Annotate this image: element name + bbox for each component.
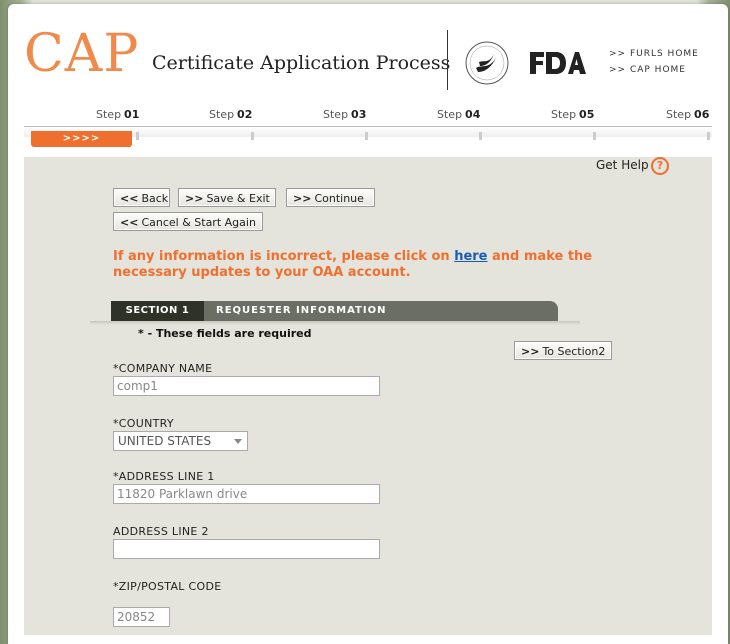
cap-logo: CAP <box>24 24 140 84</box>
step-tick <box>136 132 139 140</box>
address-line1-input[interactable]: 11820 Parklawn drive <box>113 484 380 504</box>
required-fields-note: * - These fields are required <box>138 327 312 340</box>
cancel-start-again-button[interactable]: << Cancel & Start Again <box>113 212 263 231</box>
address-line2-label: ADDRESS LINE 2 <box>113 525 209 538</box>
address-line2-input[interactable] <box>113 539 380 559</box>
help-icon[interactable]: ? <box>651 157 669 175</box>
app-subtitle: Certificate Application Process <box>152 52 451 74</box>
step-01: Step 01 <box>96 108 140 121</box>
zip-code-label: *ZIP/POSTAL CODE <box>113 580 222 593</box>
step-03: Step 03 <box>323 108 367 121</box>
step-tick <box>707 132 710 140</box>
current-step-marker: >>>> <box>31 131 132 147</box>
here-link[interactable]: here <box>454 249 487 264</box>
save-exit-button[interactable]: >> Save & Exit <box>178 188 276 207</box>
step-tick <box>593 132 596 140</box>
section-title: REQUESTER INFORMATION <box>216 305 387 316</box>
step-indicator: Step 01 Step 02 Step 03 Step 04 Step 05 Step 0… <box>0 108 730 121</box>
continue-button[interactable]: >> Continue <box>286 188 375 207</box>
back-button[interactable]: << Back <box>113 188 170 207</box>
hhs-seal-icon <box>465 41 509 85</box>
step-04: Step 04 <box>437 108 481 121</box>
country-select[interactable]: UNITED STATES <box>113 431 248 451</box>
step-05: Step 05 <box>551 108 595 121</box>
cap-home-link[interactable]: >> CAP HOME <box>609 65 699 75</box>
section-tab: SECTION 1 <box>111 301 204 321</box>
zip-code-input[interactable]: 20852 <box>113 607 170 627</box>
step-06: Step 06 <box>666 108 710 121</box>
info-notice: If any information is incorrect, please … <box>113 249 593 280</box>
country-label: *COUNTRY <box>113 417 174 430</box>
address-line1-label: *ADDRESS LINE 1 <box>113 470 215 483</box>
to-section2-button[interactable]: >> To Section2 <box>514 341 612 360</box>
step-02: Step 02 <box>209 108 253 121</box>
step-tick <box>479 132 482 140</box>
step-tick <box>365 132 368 140</box>
get-help-link[interactable]: Get Help <box>596 158 649 172</box>
section-shadow <box>90 321 580 325</box>
step-tick <box>251 132 254 140</box>
furls-home-link[interactable]: >> FURLS HOME <box>609 49 699 59</box>
company-name-label: *COMPANY NAME <box>113 362 213 375</box>
header-divider <box>447 30 448 90</box>
top-links: >> FURLS HOME >> CAP HOME <box>609 49 699 81</box>
fda-logo-icon <box>530 52 586 74</box>
chevron-down-icon <box>234 439 242 444</box>
company-name-input[interactable]: comp1 <box>113 376 380 396</box>
